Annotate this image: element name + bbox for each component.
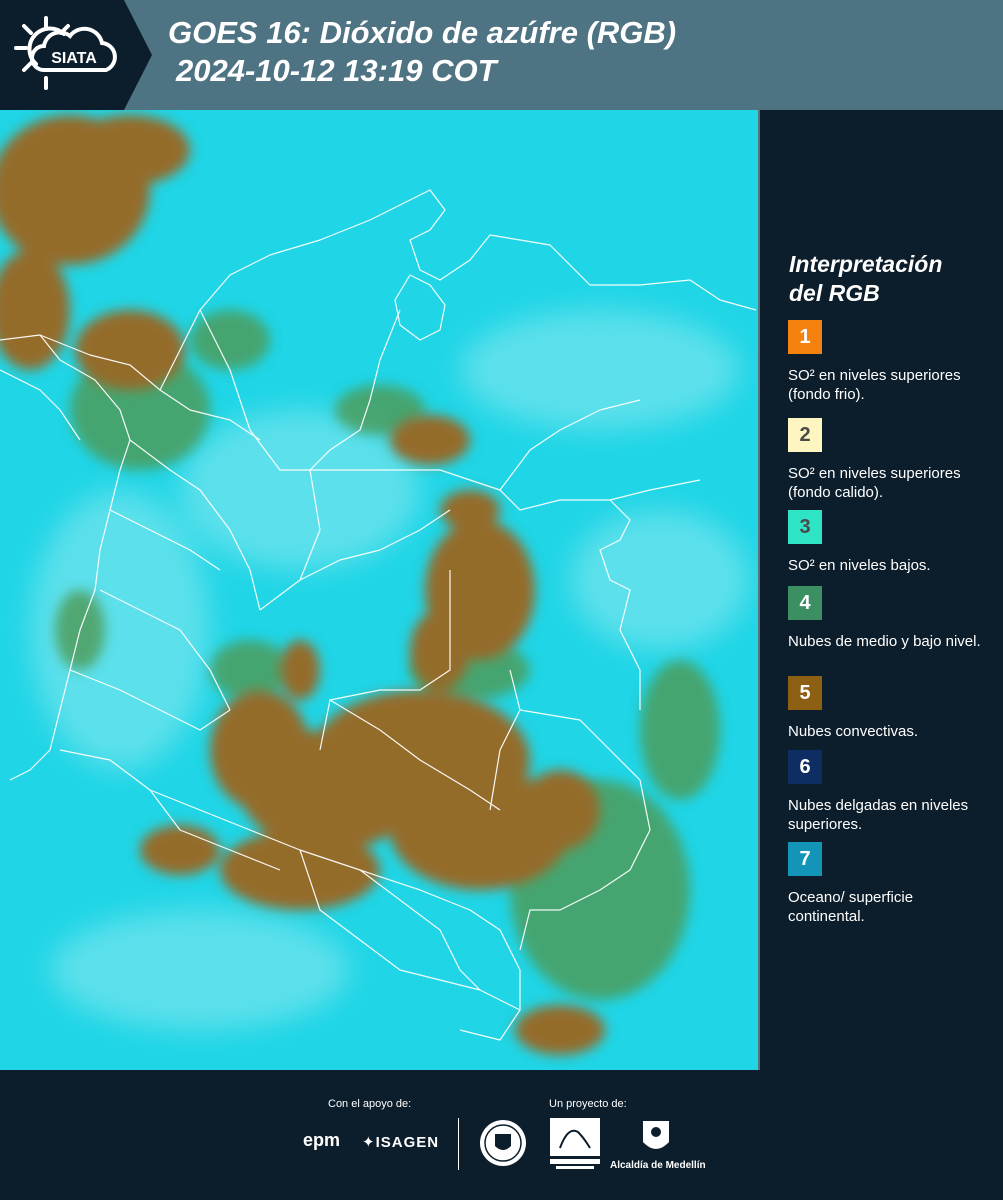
legend-swatch-5: 5 xyxy=(788,676,822,710)
legend-item-2: 2 SO² en niveles superiores (fondo calid… xyxy=(788,418,993,502)
support-label: Con el apoyo de: xyxy=(328,1098,412,1110)
legend-title-line-2: del RGB xyxy=(789,280,880,306)
legend-text-2: SO² en niveles superiores (fondo calido)… xyxy=(788,465,961,501)
header-bar: SIATA GOES 16: Dióxido de azúfre (RGB) 2… xyxy=(0,0,1003,110)
project-label: Un proyecto de: xyxy=(549,1098,627,1110)
legend-item-3: 3 SO² en niveles bajos. xyxy=(788,510,993,575)
siata-logo: SIATA xyxy=(0,0,152,110)
legend-swatch-4: 4 xyxy=(788,586,822,620)
isagen-mark-icon: ✦ xyxy=(362,1134,376,1151)
medellin-seal-icon xyxy=(480,1120,526,1166)
legend-item-1: 1 SO² en niveles superiores (fondo frio)… xyxy=(788,320,993,404)
svg-text:SIATA: SIATA xyxy=(51,50,97,67)
legend-text-4: Nubes de medio y bajo nivel. xyxy=(788,633,981,650)
legend-text-7: Oceano/ superficie continental. xyxy=(788,889,914,925)
legend-text-1: SO² en niveles superiores (fondo frio). xyxy=(788,367,961,403)
title-line-1: GOES 16: Dióxido de azúfre (RGB) xyxy=(168,15,677,50)
legend-swatch-7: 7 xyxy=(788,842,822,876)
legend-text-6: Nubes delgadas en niveles superiores. xyxy=(788,797,969,833)
legend-item-6: 6 Nubes delgadas en niveles superiores. xyxy=(788,750,993,834)
footer: Con el apoyo de: Un proyecto de: epm ✦IS… xyxy=(0,1070,1003,1200)
title-line-2: 2024-10-12 13:19 COT xyxy=(176,53,497,88)
alcaldia-label: Alcaldía de Medellín xyxy=(610,1160,706,1171)
legend-item-5: 5 Nubes convectivas. xyxy=(788,676,993,741)
legend-title: Interpretación del RGB xyxy=(789,250,989,308)
legend-text-5: Nubes convectivas. xyxy=(788,723,919,740)
legend-swatch-6: 6 xyxy=(788,750,822,784)
epm-logo: epm xyxy=(303,1130,341,1150)
sun-cloud-icon: SIATA xyxy=(14,16,117,90)
satellite-image xyxy=(0,110,758,1070)
alcaldia-shield-icon xyxy=(643,1121,669,1149)
isagen-logo: ✦ISAGEN xyxy=(362,1134,440,1151)
area-metropolitana-logo-icon xyxy=(550,1118,600,1169)
legend-text-3: SO² en niveles bajos. xyxy=(788,557,931,574)
legend-item-4: 4 Nubes de medio y bajo nivel. xyxy=(788,586,993,651)
legend-swatch-2: 2 xyxy=(788,418,822,452)
legend-swatch-1: 1 xyxy=(788,320,822,354)
footer-divider xyxy=(458,1118,459,1170)
legend-title-line-1: Interpretación xyxy=(789,251,943,277)
legend-swatch-3: 3 xyxy=(788,510,822,544)
legend-item-7: 7 Oceano/ superficie continental. xyxy=(788,842,993,926)
legend-panel: Interpretación del RGB 1 SO² en niveles … xyxy=(760,110,1003,1070)
satellite-map xyxy=(0,110,758,1070)
page-title: GOES 16: Dióxido de azúfre (RGB) 2024-10… xyxy=(168,14,676,90)
